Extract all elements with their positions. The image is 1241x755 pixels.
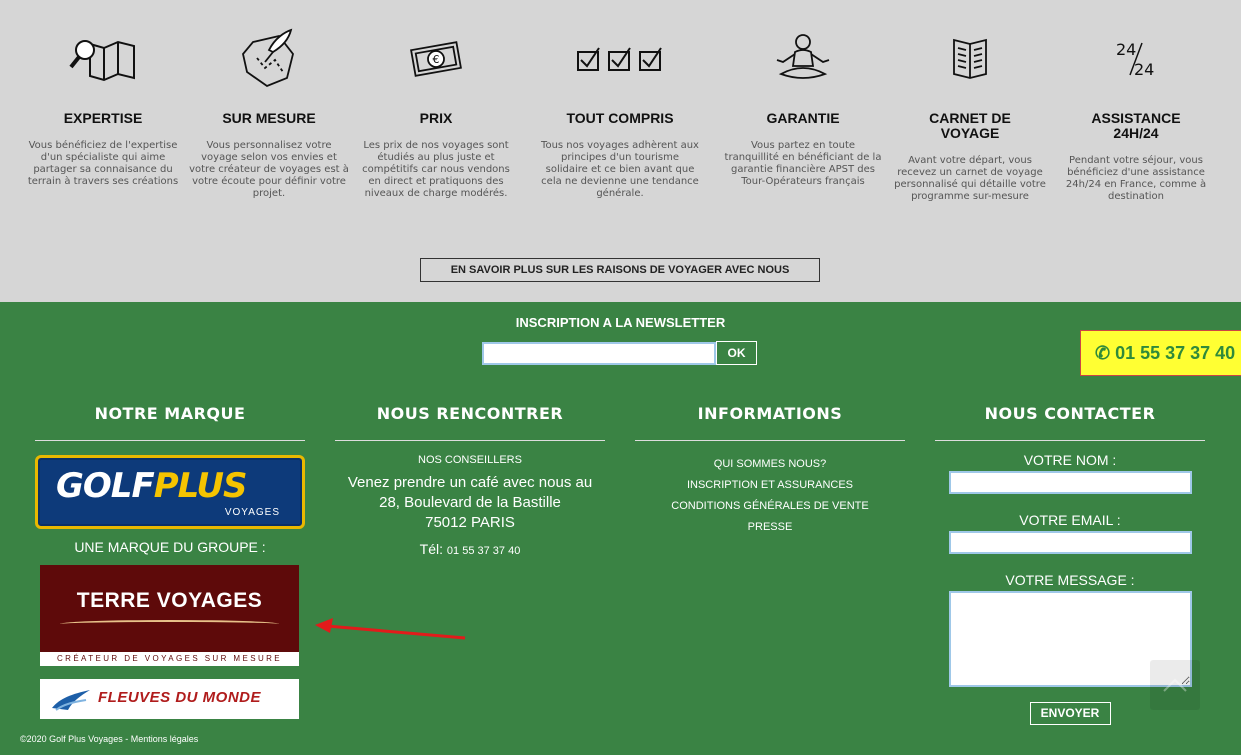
learn-more-button[interactable]: EN SAVOIR PLUS SUR LES RAISONS DE VOYAGE… <box>420 258 820 282</box>
email-label: VOTRE EMAIL : <box>1019 512 1121 528</box>
feature-title: ASSISTANCE 24H/24 <box>1052 111 1220 141</box>
feature-description: Tous nos voyages adhèrent aux principes … <box>541 140 699 199</box>
clock-24-top-text: 24 <box>1116 40 1136 59</box>
fleuves-wave-icon <box>52 690 90 711</box>
name-field[interactable] <box>948 471 1192 494</box>
advisors-link[interactable]: NOS CONSEILLERS <box>335 454 605 467</box>
chevron-up-icon <box>1163 678 1187 692</box>
feature-description: Les prix de nos voyages sont étudiés au … <box>362 140 510 199</box>
terre-voyages-tagline: CRÉATEUR DE VOYAGES SUR MESURE <box>40 652 299 666</box>
golf-plus-wordmark: GOLFPLUS <box>56 466 248 506</box>
feature-garantie: GARANTIE Vous partez en toute tranquilli… <box>719 28 887 188</box>
features-section: EXPERTISE Vous bénéficiez de l'expertise… <box>0 0 1241 302</box>
feature-tout-compris: TOUT COMPRIS Tous nos voyages adhèrent a… <box>536 28 704 200</box>
checkboxes-icon <box>536 28 704 90</box>
newsletter-ok-button[interactable]: OK <box>716 341 757 365</box>
feature-carnet: CARNET DE VOYAGE Avant votre départ, vou… <box>886 28 1054 203</box>
open-book-icon <box>886 28 1054 90</box>
copyright-text[interactable]: ©2020 Golf Plus Voyages - Mentions légal… <box>20 734 198 744</box>
terre-voyages-wordmark: TERRE VOYAGES <box>76 589 263 612</box>
feature-sur-mesure: SUR MESURE Vous personnalisez votre voya… <box>185 28 353 200</box>
red-arrow-annotation <box>315 618 466 640</box>
terre-voyages-swoosh <box>60 620 279 628</box>
message-label: VOTRE MESSAGE : <box>1005 572 1135 588</box>
feature-title: GARANTIE <box>766 110 840 126</box>
address-line-2: 28, Boulevard de la Bastille <box>379 494 561 511</box>
brand-group-label: UNE MARQUE DU GROUPE : <box>74 539 266 555</box>
golf-plus-subtitle: VOYAGES <box>224 507 280 518</box>
newsletter-email-input[interactable] <box>482 342 716 365</box>
feature-description: Vous partez en toute tranquillité en bén… <box>724 140 882 187</box>
feature-title-line1: CARNET DE <box>929 110 1011 126</box>
feature-title: CARNET DE VOYAGE <box>886 111 1054 141</box>
map-search-icon <box>19 28 187 90</box>
meet-content: NOS CONSEILLERS Venez prendre un café av… <box>335 454 605 557</box>
info-column: INFORMATIONS <box>635 403 905 441</box>
euro-banknote-icon: € <box>352 28 520 90</box>
feature-title: TOUT COMPRIS <box>566 110 674 126</box>
name-label: VOTRE NOM : <box>1023 452 1117 468</box>
footer: INSCRIPTION A LA NEWSLETTER OK ✆ 01 55 3… <box>0 302 1241 755</box>
terre-voyages-logo[interactable]: TERRE VOYAGES CRÉATEUR DE VOYAGES SUR ME… <box>40 565 299 666</box>
svg-text:€: € <box>433 53 440 66</box>
fleuves-wordmark: FLEUVES DU MONDE <box>98 689 262 706</box>
link-terms-of-sale[interactable]: CONDITIONS GÉNÉRALES DE VENTE <box>635 496 905 517</box>
quill-route-icon <box>185 28 353 90</box>
brand-column-title: NOTRE MARQUE <box>35 403 305 441</box>
meet-column-title: NOUS RENCONTRER <box>335 403 605 441</box>
telephone-label: Tél: <box>419 541 444 557</box>
fleuves-du-monde-logo[interactable]: FLEUVES DU MONDE <box>40 679 299 719</box>
feature-description: Vous bénéficiez de l'expertise d'un spéc… <box>27 140 179 187</box>
feature-description: Pendant votre séjour, vous bénéficiez d'… <box>1065 155 1207 202</box>
golf-plus-wordmark-golf: GOLF <box>56 466 155 506</box>
phone-badge[interactable]: ✆ 01 55 37 37 40 <box>1080 330 1241 376</box>
newsletter-label: INSCRIPTION A LA NEWSLETTER <box>515 315 726 330</box>
feature-title: PRIX <box>419 110 453 126</box>
info-column-title: INFORMATIONS <box>635 403 905 441</box>
feature-expertise: EXPERTISE Vous bénéficiez de l'expertise… <box>19 28 187 188</box>
info-links: QUI SOMMES NOUS? INSCRIPTION ET ASSURANC… <box>635 454 905 538</box>
feature-title: EXPERTISE <box>63 110 143 126</box>
scroll-to-top-button[interactable] <box>1150 660 1200 710</box>
feature-prix: € PRIX Les prix de nos voyages sont étud… <box>352 28 520 200</box>
meditation-icon <box>719 28 887 90</box>
feature-title-line2: 24H/24 <box>1113 125 1159 141</box>
send-button[interactable]: ENVOYER <box>1029 702 1111 725</box>
address-line-1: Venez prendre un café avec nous au <box>347 474 593 491</box>
clock-24-icon: 24 24 <box>1052 28 1220 90</box>
email-field[interactable] <box>948 531 1192 554</box>
golf-plus-wordmark-plus: PLUS <box>153 466 248 506</box>
address-line-3: 75012 PARIS <box>425 514 515 531</box>
golf-plus-logo[interactable]: GOLFPLUS VOYAGES <box>35 455 305 529</box>
brand-column: NOTRE MARQUE <box>35 403 305 441</box>
feature-title-line1: ASSISTANCE <box>1091 110 1181 126</box>
contact-column-title: NOUS CONTACTER <box>935 403 1205 441</box>
contact-column: NOUS CONTACTER <box>935 403 1205 441</box>
feature-description: Vous personnalisez votre voyage selon vo… <box>189 140 349 199</box>
meet-column: NOUS RENCONTRER <box>335 403 605 441</box>
feature-assistance: 24 24 ASSISTANCE 24H/24 Pendant votre sé… <box>1052 28 1220 203</box>
telephone-number[interactable]: 01 55 37 37 40 <box>447 545 520 557</box>
link-about-us[interactable]: QUI SOMMES NOUS? <box>635 454 905 475</box>
address-block: Venez prendre un café avec nous au 28, B… <box>335 473 605 533</box>
feature-title-line2: VOYAGE <box>940 125 1000 141</box>
feature-description: Avant votre départ, vous recevez un carn… <box>894 155 1046 202</box>
link-press[interactable]: PRESSE <box>635 517 905 538</box>
telephone: Tél: 01 55 37 37 40 <box>335 541 605 557</box>
feature-title: SUR MESURE <box>222 110 316 126</box>
clock-24-bottom-text: 24 <box>1134 60 1154 79</box>
link-registration-insurance[interactable]: INSCRIPTION ET ASSURANCES <box>635 475 905 496</box>
